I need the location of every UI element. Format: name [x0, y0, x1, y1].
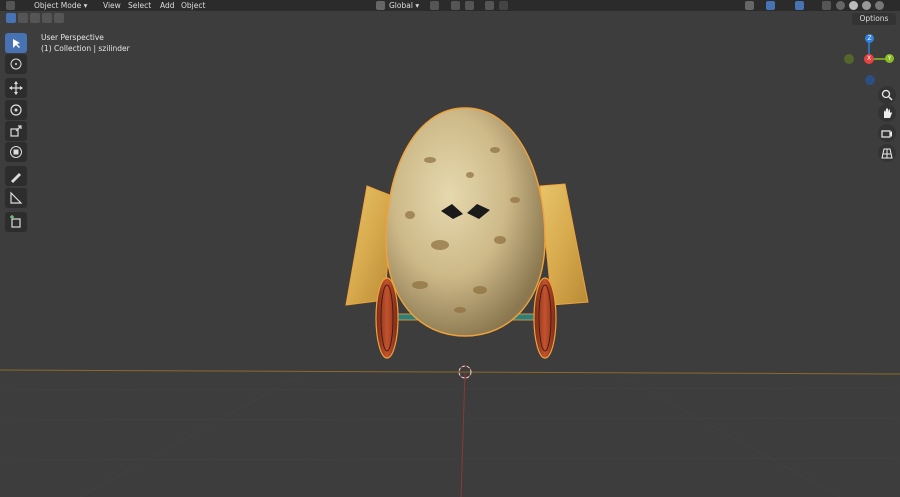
- pivot-icon[interactable]: [430, 1, 439, 10]
- gizmo-z-axis[interactable]: Z: [865, 34, 874, 43]
- transform-orientation-dropdown[interactable]: Global ▾: [389, 0, 419, 11]
- select-new-icon[interactable]: [6, 13, 16, 23]
- falloff-icon[interactable]: [499, 1, 508, 10]
- left-wheel[interactable]: [375, 277, 399, 359]
- perspective-toggle-button[interactable]: [878, 144, 896, 162]
- gizmo-y-axis[interactable]: Y: [885, 54, 894, 63]
- y-axis-line: [460, 371, 466, 497]
- zoom-icon: [881, 89, 893, 101]
- select-invert-icon[interactable]: [42, 13, 52, 23]
- add-cube-tool[interactable]: [5, 212, 27, 232]
- visibility-icon[interactable]: [745, 1, 754, 10]
- select-box-tool[interactable]: [5, 33, 27, 53]
- x-axis-line: [0, 369, 900, 375]
- pan-button[interactable]: [878, 104, 896, 122]
- transform-tool[interactable]: [5, 142, 27, 162]
- annotate-tool[interactable]: [5, 166, 27, 186]
- move-icon: [9, 81, 23, 95]
- scale-icon: [10, 125, 22, 137]
- gizmo-x-axis[interactable]: X: [864, 54, 874, 64]
- transform-orientation-icon: [376, 1, 385, 10]
- move-tool[interactable]: [5, 78, 27, 98]
- measure-icon: [10, 191, 23, 204]
- select-extend-icon[interactable]: [18, 13, 28, 23]
- grid-view-icon: [881, 148, 893, 159]
- selection-mode-row: [0, 11, 900, 27]
- viewport-header: Object Mode ▾ View Select Add Object Glo…: [0, 0, 900, 11]
- select-box-icon: [13, 39, 20, 48]
- camera-icon: [881, 130, 892, 138]
- material-shading-icon[interactable]: [862, 1, 871, 10]
- snap-icon[interactable]: [451, 1, 460, 10]
- menu-view[interactable]: View: [103, 0, 121, 11]
- navigation-gizmo[interactable]: Z X Y: [840, 32, 900, 88]
- rotate-icon: [10, 104, 22, 116]
- zoom-button[interactable]: [878, 86, 896, 104]
- wireframe-shading-icon[interactable]: [836, 1, 845, 10]
- select-subtract-icon[interactable]: [30, 13, 40, 23]
- menu-add[interactable]: Add: [160, 0, 175, 11]
- collection-info: (1) Collection | szilinder: [41, 44, 130, 53]
- menu-select[interactable]: Select: [128, 0, 151, 11]
- xray-icon[interactable]: [822, 1, 831, 10]
- rendered-shading-icon[interactable]: [875, 1, 884, 10]
- chevron-down-icon: ▾: [83, 1, 88, 10]
- pan-hand-icon: [884, 108, 892, 118]
- annotate-icon: [11, 173, 21, 183]
- editor-type-icon[interactable]: [6, 1, 15, 10]
- potato-body[interactable]: [385, 107, 546, 337]
- mode-label: Object Mode: [34, 1, 82, 10]
- measure-tool[interactable]: [5, 188, 27, 208]
- add-cube-icon: [10, 215, 21, 228]
- menu-object[interactable]: Object: [181, 0, 205, 11]
- floor-grid: [0, 374, 900, 497]
- options-button[interactable]: Options: [852, 13, 896, 25]
- mode-dropdown[interactable]: Object Mode ▾: [34, 0, 87, 11]
- chevron-down-icon: ▾: [415, 1, 420, 10]
- scale-tool[interactable]: [5, 121, 27, 141]
- viewport-3d[interactable]: [0, 0, 900, 497]
- gizmo-neg-z-axis[interactable]: [865, 75, 875, 85]
- solid-shading-icon[interactable]: [849, 1, 858, 10]
- view-name: User Perspective: [41, 33, 104, 42]
- right-wheel[interactable]: [533, 277, 557, 359]
- gizmo-neg-y-axis[interactable]: [844, 54, 854, 64]
- select-intersect-icon[interactable]: [54, 13, 64, 23]
- orientation-label: Global: [389, 1, 413, 10]
- transform-icon: [10, 146, 22, 158]
- rotate-tool[interactable]: [5, 100, 27, 120]
- cursor-icon: [10, 58, 22, 70]
- snap-target-icon[interactable]: [465, 1, 474, 10]
- gizmo-toggle-icon[interactable]: [766, 1, 775, 10]
- proportional-edit-icon[interactable]: [485, 1, 494, 10]
- camera-view-button[interactable]: [878, 124, 896, 142]
- overlay-toggle-icon[interactable]: [795, 1, 804, 10]
- cursor-tool[interactable]: [5, 54, 27, 74]
